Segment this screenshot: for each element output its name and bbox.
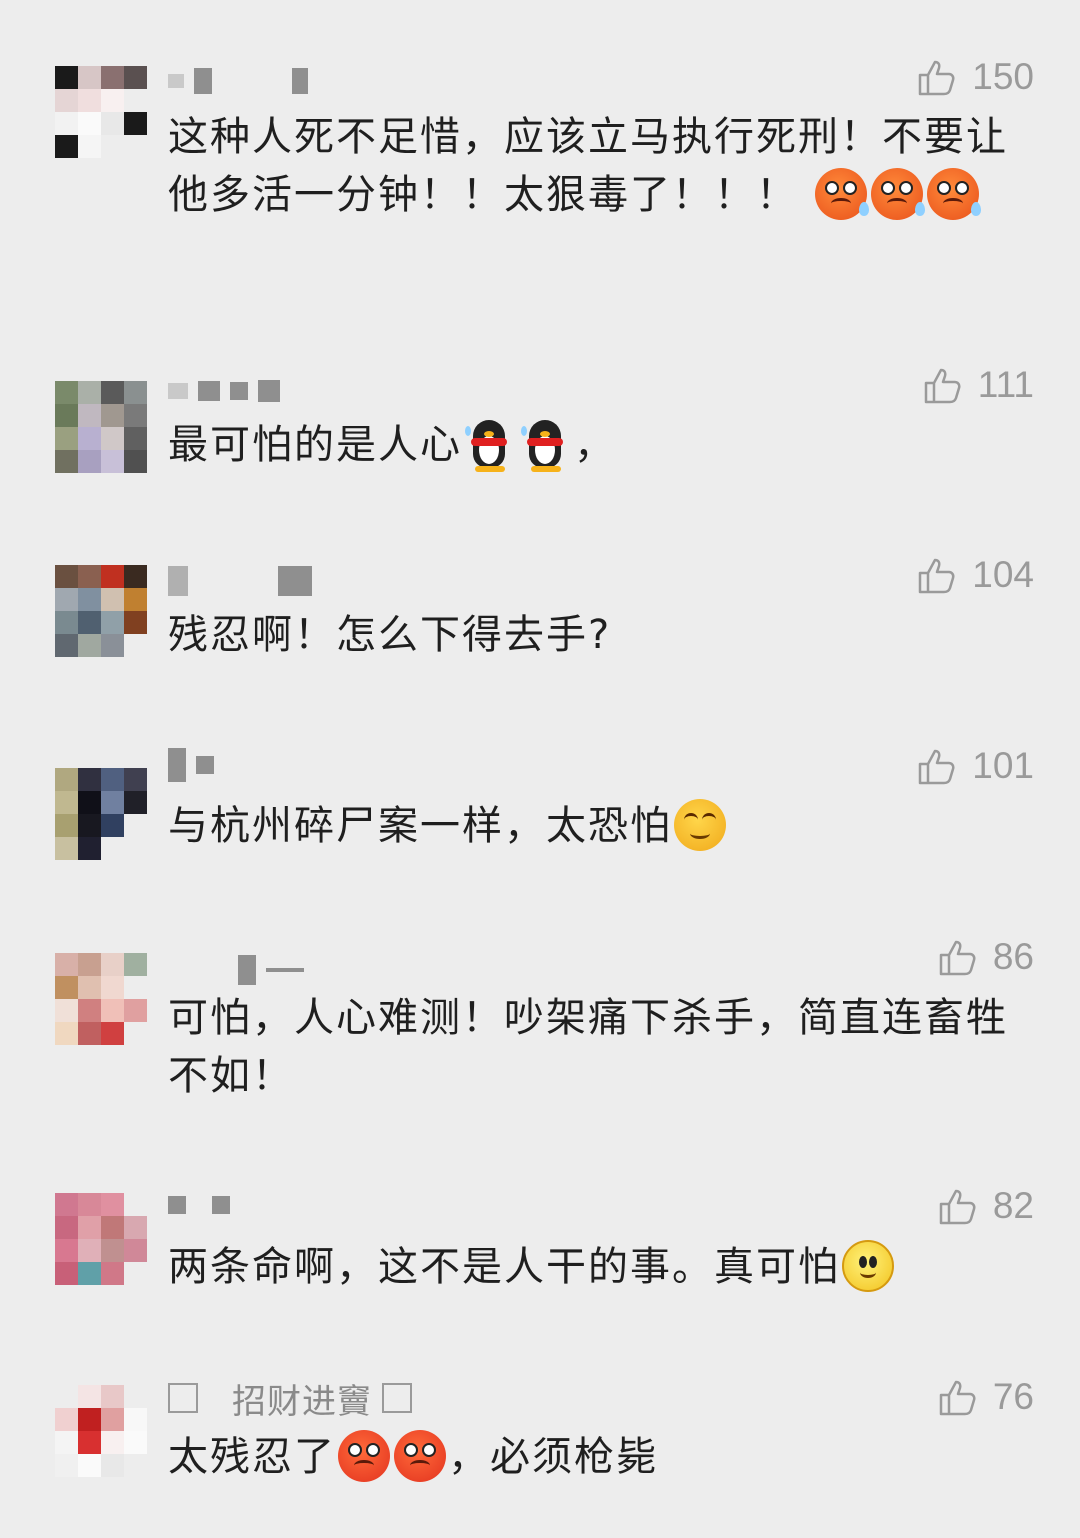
penguin-sweat-icon	[465, 416, 515, 472]
like-button[interactable]: 150	[916, 54, 1034, 100]
like-button[interactable]: 82	[937, 1183, 1034, 1229]
like-button[interactable]: 86	[937, 934, 1034, 980]
username-redacted[interactable]	[168, 1190, 230, 1220]
username-redacted[interactable]	[168, 566, 312, 596]
username-text: 招财进竇	[232, 1381, 372, 1422]
thumbs-up-icon	[919, 749, 955, 785]
comment-text: 与杭州碎尸案一样，太恐怕	[168, 797, 1018, 855]
username[interactable]: 招财进竇	[168, 1380, 412, 1422]
laughing-crying-face-icon	[674, 799, 726, 851]
thumbs-up-icon	[924, 368, 961, 404]
angry-face-icon	[394, 1430, 446, 1482]
like-button[interactable]: 101	[916, 743, 1034, 789]
username-redacted[interactable]	[168, 376, 280, 406]
like-count: 150	[972, 56, 1034, 97]
thumbs-up-icon	[939, 1380, 976, 1416]
thumbs-up-icon	[919, 60, 955, 96]
username-redacted[interactable]	[168, 955, 304, 985]
avatar[interactable]	[55, 66, 147, 158]
like-count: 104	[972, 554, 1034, 595]
like-count: 86	[992, 936, 1034, 977]
comment-text: 这种人死不足惜，应该立马执行死刑！不要让他多活一分钟！！太狠毒了！！！	[168, 114, 1008, 220]
comment-text: 太残忍了 ，必须枪毙	[168, 1428, 1018, 1486]
angry-face-icon	[338, 1430, 390, 1482]
avatar[interactable]	[55, 953, 147, 1045]
username-redacted[interactable]	[168, 66, 308, 96]
worried-face-icon	[870, 168, 925, 220]
username-redacted[interactable]	[168, 748, 214, 782]
avatar[interactable]	[55, 1385, 147, 1477]
thumbs-up-icon	[939, 940, 976, 976]
avatar[interactable]	[55, 768, 147, 860]
like-count: 82	[992, 1185, 1034, 1226]
like-button[interactable]: 76	[937, 1374, 1034, 1420]
like-count: 76	[992, 1376, 1034, 1417]
square-glyph-icon	[382, 1383, 412, 1413]
like-count: 111	[977, 364, 1034, 405]
comment-text: 最可怕的是人心，	[168, 416, 1018, 474]
avatar[interactable]	[55, 381, 147, 473]
worried-face-icon	[814, 168, 869, 220]
smiling-face-icon	[842, 1240, 894, 1292]
comment-text: 两条命啊，这不是人干的事。真可怕	[168, 1238, 1018, 1296]
like-button[interactable]: 111	[922, 362, 1034, 408]
thumbs-up-icon	[919, 558, 955, 594]
comment-text: 残忍啊！怎么下得去手?	[168, 612, 612, 658]
avatar[interactable]	[55, 1193, 147, 1285]
like-count: 101	[972, 745, 1034, 786]
comment-text: 可怕，人心难测！吵架痛下杀手，简直连畜牲不如！	[168, 995, 1008, 1099]
worried-face-icon	[926, 168, 981, 220]
square-glyph-icon	[168, 1383, 198, 1413]
penguin-sweat-icon	[521, 416, 571, 472]
thumbs-up-icon	[939, 1189, 976, 1225]
like-button[interactable]: 104	[916, 552, 1034, 598]
avatar[interactable]	[55, 565, 147, 657]
